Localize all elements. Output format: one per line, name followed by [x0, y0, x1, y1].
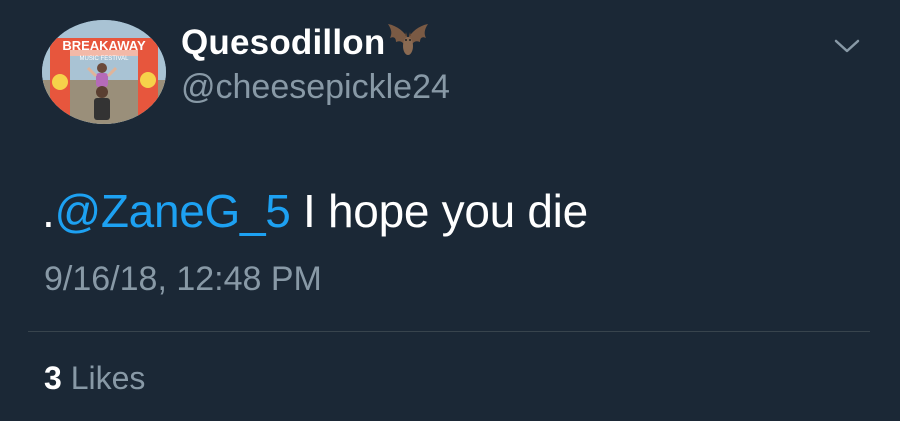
likes-count: 3: [44, 360, 62, 396]
likes-label: Likes: [70, 360, 146, 396]
tweet-text: .@ZaneG_5 I hope you die: [42, 184, 588, 238]
user-handle[interactable]: @cheesepickle24: [181, 68, 450, 107]
avatar[interactable]: BREAKAWAY MUSIC FESTIVAL: [42, 20, 166, 124]
tweet-card: BREAKAWAY MUSIC FESTIVAL Quesodillon @ch…: [0, 0, 900, 421]
likes-stat[interactable]: 3 Likes: [44, 360, 145, 397]
timestamp[interactable]: 9/16/18, 12:48 PM: [44, 260, 322, 299]
display-name[interactable]: Quesodillon: [181, 23, 385, 63]
avatar-photo: BREAKAWAY MUSIC FESTIVAL: [42, 20, 166, 124]
bat-icon: [388, 24, 428, 55]
avatar-banner-subtext: MUSIC FESTIVAL: [80, 56, 130, 62]
tweet-body: I hope you die: [290, 185, 588, 237]
chevron-down-icon[interactable]: [832, 34, 862, 58]
avatar-banner-text: BREAKAWAY: [62, 38, 146, 53]
mention-link[interactable]: @ZaneG_5: [54, 185, 290, 237]
tweet-prefix: .: [42, 185, 55, 237]
divider: [28, 331, 870, 332]
